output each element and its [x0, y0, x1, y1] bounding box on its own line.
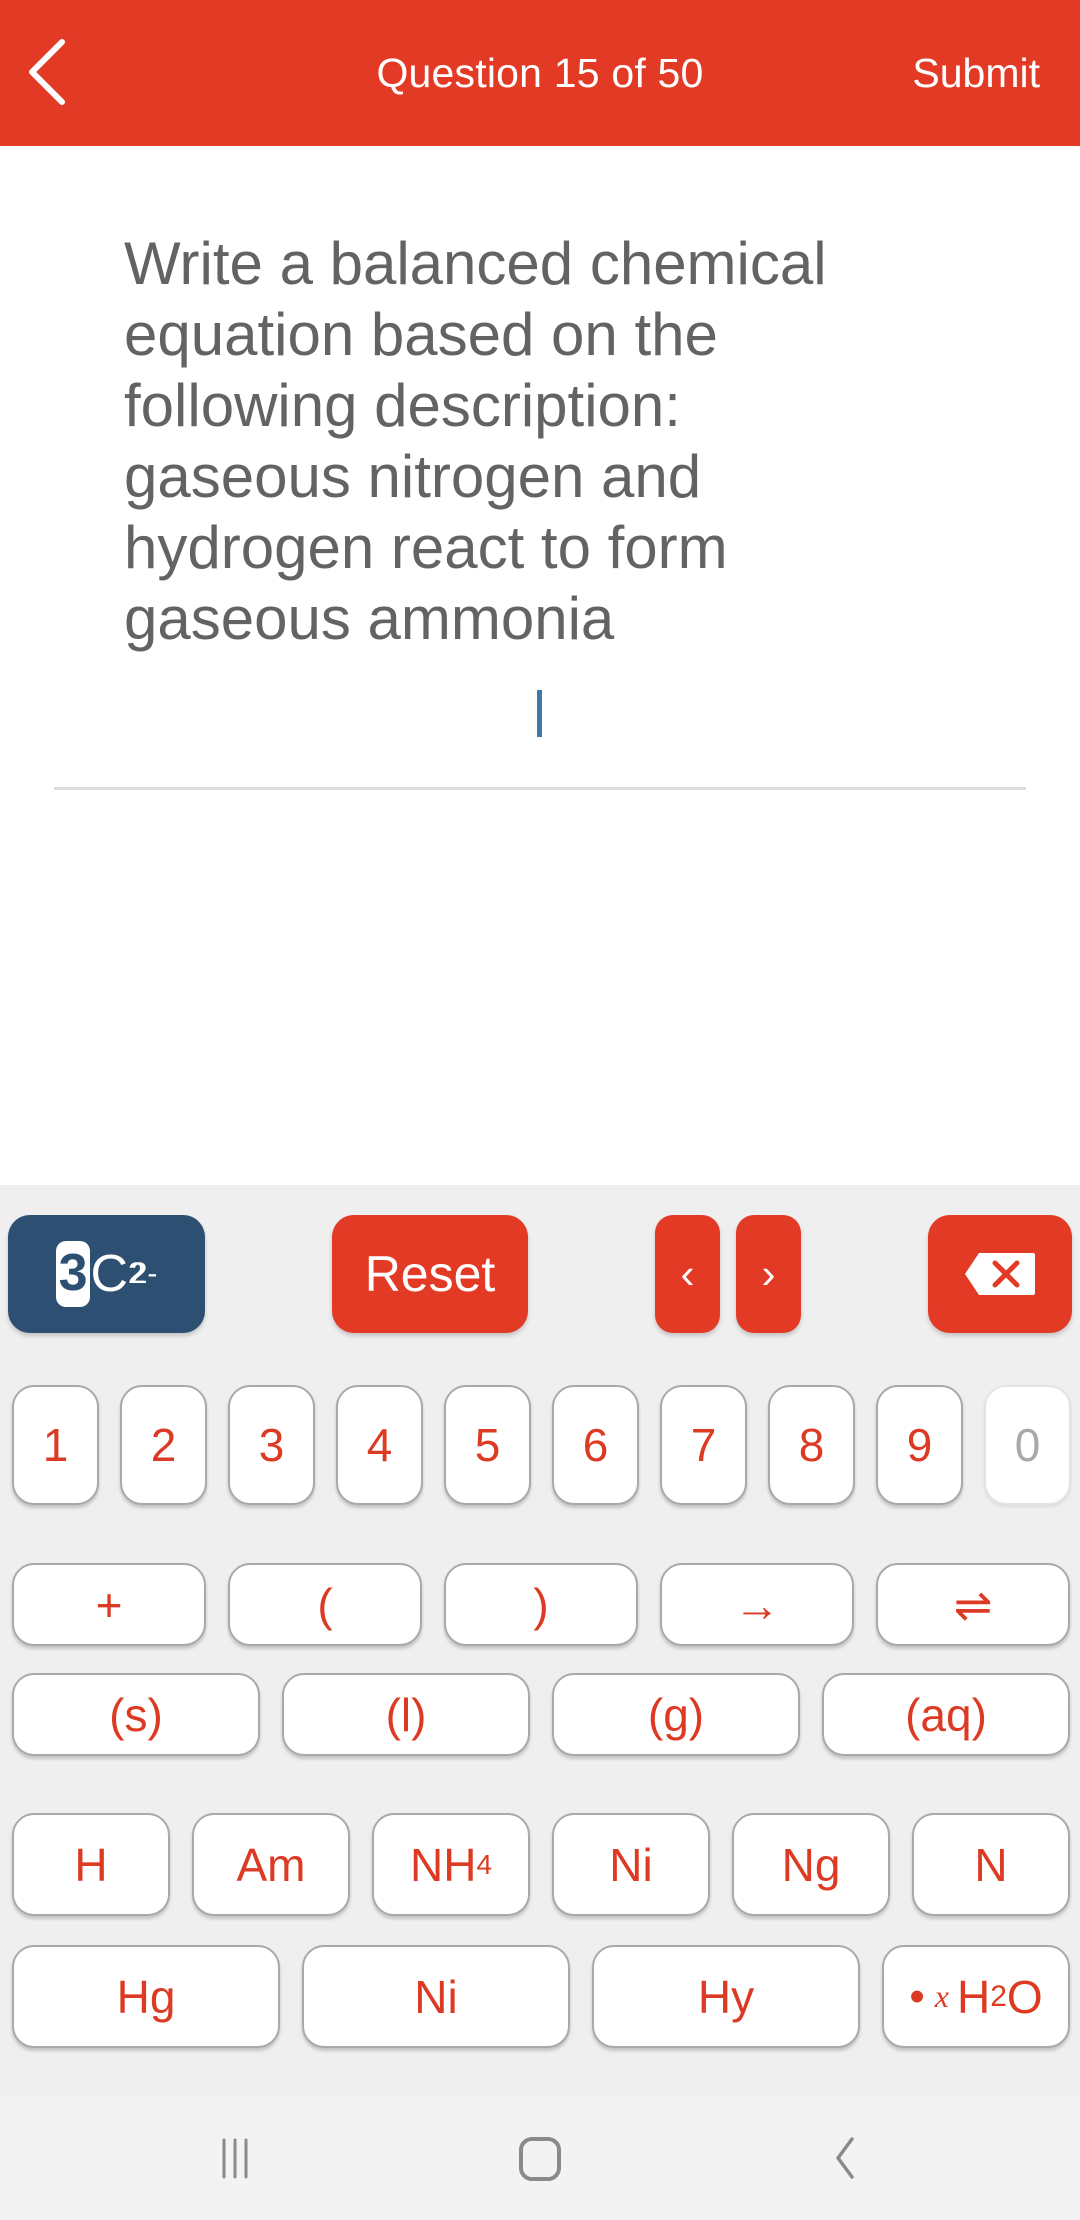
home-icon [519, 2137, 561, 2181]
element-key-nh4[interactable]: NH 4 [372, 1813, 530, 1916]
state-gas-key[interactable]: (g) [552, 1673, 800, 1756]
backspace-icon [965, 1253, 1035, 1295]
element-key-hy[interactable]: Hy [592, 1945, 860, 2048]
backspace-button[interactable] [928, 1215, 1072, 1333]
hydrate-dot: • [909, 1971, 925, 2021]
digit-key-4[interactable]: 4 [336, 1385, 423, 1505]
element-subscript: 4 [476, 1848, 493, 1880]
state-liquid-key[interactable]: (l) [282, 1673, 530, 1756]
mode-superscript: 2- [130, 1257, 158, 1290]
element-key-ng[interactable]: Ng [732, 1813, 890, 1916]
question-text: Write a balanced chemical equation based… [124, 230, 827, 652]
hydrate-x: x [934, 1978, 949, 2014]
element-key-am[interactable]: Am [192, 1813, 350, 1916]
element-key-ni-2[interactable]: Ni [302, 1945, 570, 2048]
element-symbol: H [74, 1838, 108, 1891]
element-symbol: Ng [781, 1838, 841, 1891]
reset-button[interactable]: Reset [332, 1215, 528, 1333]
submit-button[interactable]: Submit [912, 50, 1040, 97]
digit-key-7[interactable]: 7 [660, 1385, 747, 1505]
digit-key-9[interactable]: 9 [876, 1385, 963, 1505]
element-symbol: N [974, 1838, 1008, 1891]
coefficient-mode-button[interactable]: 3 C 2 2- [8, 1215, 205, 1333]
answer-input-cursor[interactable] [537, 690, 542, 737]
equilibrium-arrow-key[interactable]: ⇌ [876, 1563, 1070, 1646]
digit-key-8[interactable]: 8 [768, 1385, 855, 1505]
element-key-h[interactable]: H [12, 1813, 170, 1916]
element-key-ni[interactable]: Ni [552, 1813, 710, 1916]
digit-key-2[interactable]: 2 [120, 1385, 207, 1505]
mode-digit: 3 [55, 1241, 91, 1307]
answer-input-underline[interactable] [54, 787, 1026, 790]
back-icon [836, 2137, 854, 2179]
element-key-hg[interactable]: Hg [12, 1945, 280, 2048]
hydrate-h: H [956, 1970, 991, 2023]
hydrate-subscript: 2 [990, 1979, 1007, 2013]
plus-key[interactable]: + [12, 1563, 206, 1646]
chemistry-keyboard: 3 C 2 2- Reset ‹ › 1 2 3 4 5 6 7 8 9 0 + ( … [0, 1185, 1080, 2095]
cursor-right-button[interactable]: › [736, 1215, 801, 1333]
state-aqueous-key[interactable]: (aq) [822, 1673, 1070, 1756]
element-key-n[interactable]: N [912, 1813, 1070, 1916]
digit-key-6[interactable]: 6 [552, 1385, 639, 1505]
hydrate-o: O [1006, 1970, 1043, 2023]
system-navigation-bar [0, 2095, 1080, 2220]
digit-key-1[interactable]: 1 [12, 1385, 99, 1505]
reaction-arrow-key[interactable]: → [660, 1563, 854, 1646]
app-header: Question 15 of 50 Submit [0, 0, 1080, 146]
recent-apps-button[interactable] [196, 2125, 276, 2190]
digit-key-5[interactable]: 5 [444, 1385, 531, 1505]
element-symbol: NH [409, 1838, 477, 1891]
digit-key-0[interactable]: 0 [984, 1385, 1071, 1505]
recent-apps-icon [222, 2138, 248, 2179]
hydrate-key[interactable]: • x H 2 O [882, 1945, 1070, 2048]
close-paren-key[interactable]: ) [444, 1563, 638, 1646]
cursor-left-button[interactable]: ‹ [655, 1215, 720, 1333]
open-paren-key[interactable]: ( [228, 1563, 422, 1646]
element-symbol: Ni [609, 1838, 653, 1891]
state-solid-key[interactable]: (s) [12, 1673, 260, 1756]
system-back-button[interactable] [802, 2125, 882, 2190]
digit-key-3[interactable]: 3 [228, 1385, 315, 1505]
home-button[interactable] [500, 2125, 580, 2190]
element-symbol: Am [236, 1838, 306, 1891]
mode-element: C [90, 1245, 129, 1303]
